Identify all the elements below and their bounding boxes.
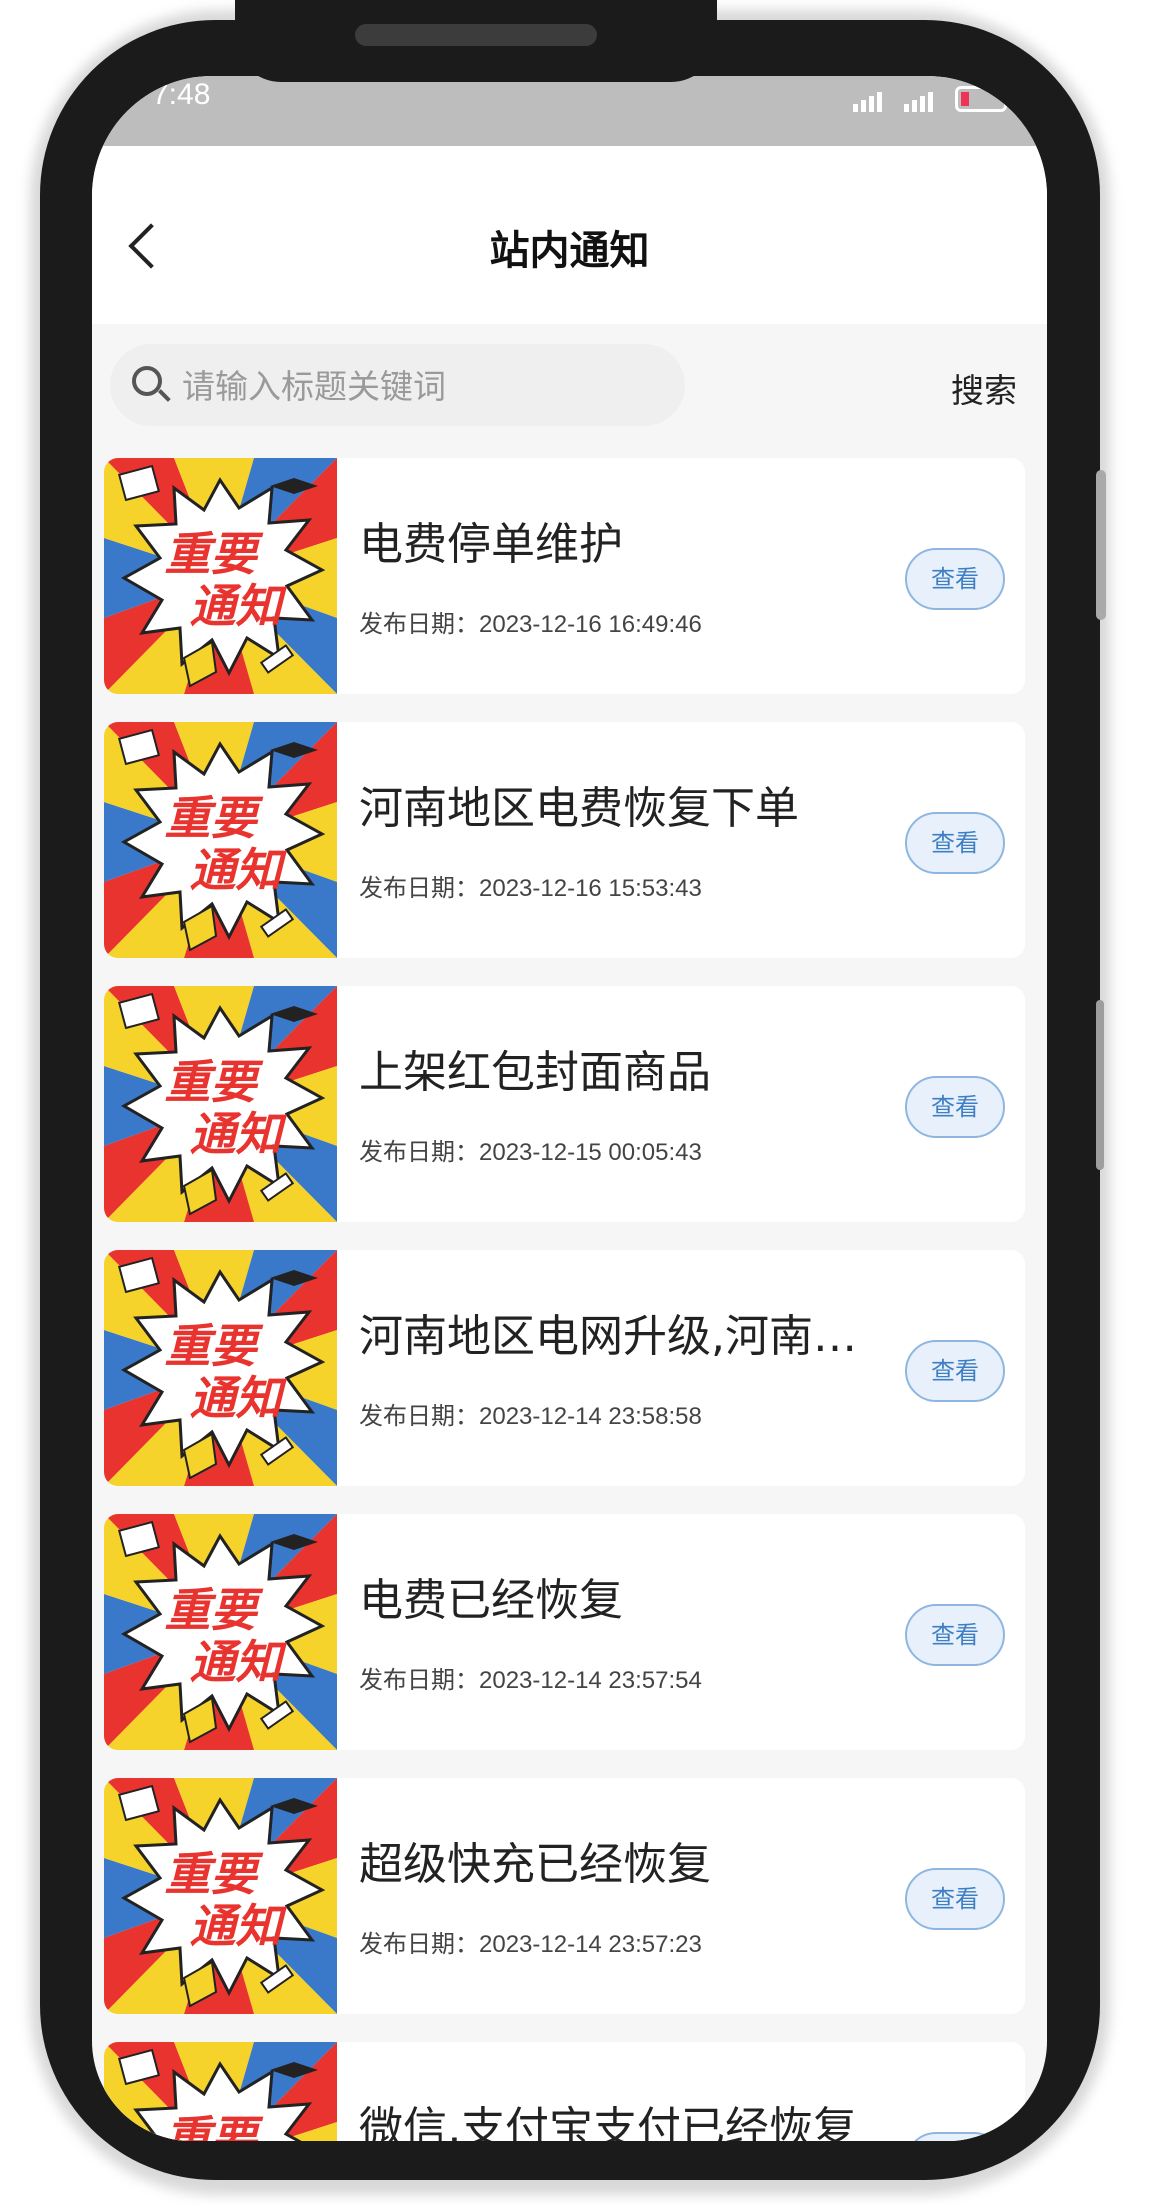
notification-title: 微信,支付宝支付已经恢复 [359,2103,857,2141]
notification-title: 电费已经恢复 [359,1575,623,1626]
thumbnail-text-line2: 通知 [189,1635,282,1689]
view-button[interactable]: 查看 [905,548,1005,610]
date-value: 2023-12-14 23:57:54 [479,1667,702,1694]
date-value: 2023-12-14 23:58:58 [479,1403,702,1430]
search-bar: 搜索 [92,344,1047,434]
notification-item[interactable]: 重要 通知 微信,支付宝支付已经恢复 发布日期：2023-12-14 23:56… [104,2042,1025,2141]
important-notice-thumbnail: 重要 通知 [104,2042,337,2141]
important-notice-thumbnail: 重要 通知 [104,1250,337,1486]
view-button[interactable]: 查看 [905,812,1005,874]
view-button[interactable]: 查看 [905,1604,1005,1666]
date-value: 2023-12-16 16:49:46 [479,611,702,638]
notification-item[interactable]: 重要 通知 电费已经恢复 发布日期：2023-12-14 23:57:54 查看 [104,1514,1025,1750]
date-value: 2023-12-15 00:05:43 [479,1139,702,1166]
top-nav: 站内通知 [92,146,1047,324]
notification-item[interactable]: 重要 通知 河南地区电费恢复下单 发布日期：2023-12-16 15:53:4… [104,722,1025,958]
date-label: 发布日期： [359,875,479,902]
phone-screen: 7:48 站内通知 搜索 重要 通知 [92,76,1047,2141]
notification-date: 发布日期：2023-12-14 23:57:54 [359,1660,702,1695]
thumbnail-text-line1: 重要 [164,1055,257,1109]
important-notice-thumbnail: 重要 通知 [104,1778,337,2014]
notification-title: 河南地区电费恢复下单 [359,783,799,834]
date-label: 发布日期： [359,1667,479,1694]
important-notice-thumbnail: 重要 通知 [104,1514,337,1750]
notification-item[interactable]: 重要 通知 电费停单维护 发布日期：2023-12-16 16:49:46 查看 [104,458,1025,694]
thumbnail-text-line2: 通知 [189,843,282,897]
view-button[interactable]: 查看 [905,1340,1005,1402]
notification-item[interactable]: 重要 通知 河南地区电网升级,河南暂… 发布日期：2023-12-14 23:5… [104,1250,1025,1486]
view-button[interactable]: 查看 [905,1868,1005,1930]
notification-item[interactable]: 重要 通知 超级快充已经恢复 发布日期：2023-12-14 23:57:23 … [104,1778,1025,2014]
volume-button [1096,1000,1104,1170]
notification-date: 发布日期：2023-12-15 00:05:43 [359,1132,702,1167]
thumbnail-text-line2: 通知 [189,1371,282,1425]
notification-title: 电费停单维护 [359,519,623,570]
signal-icon-2 [904,92,933,112]
thumbnail-text-line1: 重要 [164,1319,257,1373]
thumbnail-text-line2: 通知 [189,1899,282,1953]
notification-date: 发布日期：2023-12-16 16:49:46 [359,604,702,639]
thumbnail-text-line1: 重要 [164,2111,257,2141]
notification-date: 发布日期：2023-12-14 23:58:58 [359,1396,702,1431]
signal-icon [853,92,882,112]
date-label: 发布日期： [359,1931,479,1958]
date-value: 2023-12-16 15:53:43 [479,875,702,902]
search-input[interactable] [180,344,674,428]
view-button[interactable]: 查看 [905,1076,1005,1138]
notification-title: 超级快充已经恢复 [359,1839,711,1890]
search-button[interactable]: 搜索 [951,364,1017,412]
view-button[interactable]: 查看 [905,2132,1005,2141]
important-notice-thumbnail: 重要 通知 [104,986,337,1222]
speaker-grille [355,24,597,46]
notification-title: 河南地区电网升级,河南暂… [359,1311,889,1362]
thumbnail-text-line1: 重要 [164,1847,257,1901]
status-time: 7:48 [152,78,211,111]
notification-date: 发布日期：2023-12-16 15:53:43 [359,868,702,903]
important-notice-thumbnail: 重要 通知 [104,458,337,694]
search-box [110,344,685,428]
date-value: 2023-12-14 23:57:23 [479,1931,702,1958]
thumbnail-text-line2: 通知 [189,1107,282,1161]
thumbnail-text-line1: 重要 [164,791,257,845]
search-icon [132,366,162,396]
status-icons [853,86,1007,112]
thumbnail-text-line1: 重要 [164,1583,257,1637]
date-label: 发布日期： [359,1403,479,1430]
battery-icon [955,86,1007,112]
notification-item[interactable]: 重要 通知 上架红包封面商品 发布日期：2023-12-15 00:05:43 … [104,986,1025,1222]
date-label: 发布日期： [359,611,479,638]
power-button [1096,470,1106,620]
page-title: 站内通知 [489,228,650,274]
thumbnail-text-line1: 重要 [164,527,257,581]
notification-title: 上架红包封面商品 [359,1047,711,1098]
status-bar: 7:48 [92,76,1047,146]
important-notice-thumbnail: 重要 通知 [104,722,337,958]
notification-date: 发布日期：2023-12-14 23:57:23 [359,1924,702,1959]
thumbnail-text-line2: 通知 [189,579,282,633]
date-label: 发布日期： [359,1139,479,1166]
